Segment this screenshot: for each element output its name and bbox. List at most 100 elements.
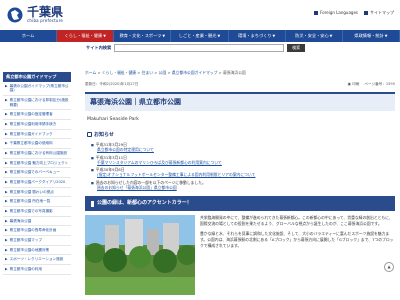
site-logo[interactable]: 千葉県 chiba prefecture	[7, 6, 63, 23]
news-list: ■ 平成31年3月29日 県立都市公園の特定運用について ■ 平成31年3月11日 …	[85, 142, 395, 177]
sidebar-item[interactable]: ▶ 県立都市公園 魅力向上プロジェクト	[3, 159, 71, 169]
bullet-icon: ■	[91, 143, 94, 148]
foreign-languages-link[interactable]: Foreign Languages	[314, 10, 358, 15]
nav-education[interactable]: 教育・文化・スポーツ▼	[114, 30, 172, 42]
arrow-icon: ▶	[5, 228, 8, 233]
chevron-down-icon: ▼	[162, 34, 166, 38]
main-content: ホーム > くらし・福祉・健康 > 住まい > 公園 > 県立都市公園ガイドマッ…	[85, 70, 395, 296]
print-button[interactable]: ▣ 印刷	[348, 82, 360, 87]
sidebar-item[interactable]: ▶ 県立都市公園での写真撮影	[3, 207, 71, 217]
arrow-icon: ▶	[5, 218, 8, 223]
breadcrumb-link[interactable]: 住まい	[142, 70, 153, 75]
section-heading: 公園の緑は、新都心のアクセントカラー！	[85, 196, 395, 212]
sidebar-item[interactable]: ▶ 県立都市公園利用申請手続き	[3, 120, 71, 130]
park-photo	[85, 215, 195, 296]
arrow-icon: ▶	[5, 257, 8, 262]
breadcrumb-current: 幕張海浜公園	[223, 70, 246, 75]
sidebar-item[interactable]: ▶ 県立都市公園マップ	[3, 236, 71, 246]
intro-row: 共栄臨海開発の中にて、整備が進められてきた幕張新都心。この新都心の中にあって、貴…	[85, 215, 395, 296]
nav-environment[interactable]: 環境・まちづくり▼	[229, 30, 286, 42]
back-to-top-button[interactable]: ▲	[384, 262, 394, 272]
arrow-icon: ▶	[5, 267, 8, 272]
logo-title: 千葉県	[27, 5, 64, 19]
breadcrumb-link[interactable]: くらし・福祉・健康	[102, 70, 136, 75]
arrow-icon: ▶	[5, 180, 8, 185]
arrow-icon: ▶	[5, 209, 8, 214]
logo-subtitle: chiba prefecture	[27, 18, 64, 23]
sidebar-item[interactable]: ▶ 県立都市公園 所在地一覧	[3, 197, 71, 208]
news-item: ■ 平成31年3月29日 県立都市公園の特定運用について	[91, 142, 395, 152]
arrow-icon: ▶	[5, 238, 8, 243]
arrow-icon: ▶	[5, 151, 8, 156]
search-button[interactable]: 検索	[287, 44, 306, 52]
search-input[interactable]	[114, 44, 285, 52]
sidebar-item[interactable]: ▶ 県立都市公園ガイドブック	[3, 130, 71, 140]
news-link[interactable]: (指定)オナショナルフットボールセンター整備工事による園内利用制限とリアの案内に…	[91, 172, 395, 177]
page-meta: 更新日：令和2(2020)年1月27日 ▣ 印刷 ページ番号：1595	[85, 82, 395, 87]
sidebar-item[interactable]: ▶ 県立都市公園における有料公園施設	[3, 149, 71, 159]
nav-living[interactable]: くらし・福祉・健康▼	[57, 30, 115, 42]
globe-icon	[314, 11, 319, 15]
sidebar-item[interactable]: ▶ 県立都市公園における抑制区分(施設概要)	[3, 96, 71, 111]
chiba-logo-icon	[7, 7, 23, 23]
nav-work[interactable]: しごと・産業・観光▼	[171, 30, 229, 42]
sidebar-item[interactable]: ▶ 幕張海浜公園	[3, 217, 71, 227]
nav-safety[interactable]: 防災・安全・安心▼	[286, 30, 343, 42]
global-nav: ホーム くらし・福祉・健康▼ 教育・文化・スポーツ▼ しごと・産業・観光▼ 環境…	[0, 30, 400, 42]
breadcrumb-link[interactable]: ホーム	[85, 70, 96, 75]
nav-home[interactable]: ホーム	[0, 30, 58, 42]
sidebar-item[interactable]: ▶ 県立都市公園でのバーベキュー	[3, 168, 71, 179]
sidebar-item[interactable]: ▶ 県立都市公園の指定管理者	[3, 110, 71, 121]
news-link[interactable]: 県立都市公園の特定運用について	[91, 147, 395, 152]
nav-prefgov[interactable]: 県政情報・統計▼	[343, 30, 400, 42]
past-notices: ■ 過去のお知らせした内容の一部を以下のページに移動しました。 過去のお知らせ「幕…	[91, 180, 206, 191]
page-subtitle: Makuhari Seaside Park	[87, 117, 139, 123]
news-item: ■ 平成30年9月6日 (指定)オナショナルフットボールセンター整備工事による園内…	[91, 167, 395, 177]
chevron-down-icon: ▼	[329, 34, 333, 38]
site-search: サイト内検索 検索	[86, 44, 306, 52]
sidebar-item[interactable]: ▶ 千葉県立都市公園の使用料	[3, 139, 71, 150]
header-links: Foreign Languages サイトマップ	[314, 10, 394, 15]
arrow-icon: ▶	[5, 160, 8, 165]
chevron-down-icon: ▼	[217, 34, 221, 38]
breadcrumb: ホーム > くらし・福祉・健康 > 住まい > 公園 > 県立都市公園ガイドマッ…	[85, 70, 246, 75]
past-notices-link[interactable]: 過去のお知らせ「幕張海浜公園」県立都市公園	[97, 185, 177, 190]
sitemap-link[interactable]: サイトマップ	[364, 10, 394, 15]
chevron-down-icon: ▼	[103, 34, 106, 38]
arrow-icon: ▶	[5, 112, 8, 117]
sidebar-item[interactable]: ▶ 県立都市公園の長寿命化計画	[3, 226, 71, 237]
news-item: ■ 平成31年3月11日 千葉マリンスタジアムのマリンひろば及び幕張新都心の利用案…	[91, 155, 395, 165]
arrow-icon: ▶	[5, 189, 8, 194]
arrow-icon: ▶	[5, 98, 8, 103]
search-label: サイト内検索	[86, 45, 112, 51]
news-link[interactable]: 千葉マリンスタジアムのマリンひろば及び幕張新都心の利用案内について	[91, 160, 395, 165]
page-number: ページ番号：1595	[364, 82, 395, 87]
sidebar-item[interactable]: ▶ 県立都市公園の地震対策	[3, 246, 71, 256]
arrow-icon: ▶	[5, 122, 8, 127]
sidebar: 県立都市公園ガイドマップ ▶ 幕張の公園ガイドマップ(県立都市公園) ▶ 県立都市公…	[3, 72, 71, 275]
sidebar-item[interactable]: ▶ スポーツ・レクリエーション施設	[3, 255, 71, 266]
intro-text: 共栄臨海開発の中にて、整備が進められてきた幕張新都心。この新都心の中にあって、貴…	[200, 215, 394, 248]
page-title: 幕張海浜公園｜県立都市公園	[85, 91, 395, 112]
arrow-icon: ▶	[5, 141, 8, 146]
sidebar-item[interactable]: ▶ 幕張の公園ガイドマップ(県立都市公園)	[3, 82, 71, 97]
bullet-icon: ■	[91, 155, 94, 160]
sidebar-item[interactable]: ▶ 県立都市公園 賑わいの拠点	[3, 188, 71, 198]
notice-heading: お知らせ	[85, 132, 395, 139]
arrow-icon: ▶	[5, 170, 8, 175]
arrow-icon: ▶	[5, 247, 8, 252]
arrow-icon: ▶	[5, 131, 8, 136]
header: 千葉県 chiba prefecture Foreign Languages サ…	[0, 0, 400, 30]
sidebar-item[interactable]: ▶ 県立都市公園の利用	[3, 265, 71, 275]
sidebar-item[interactable]: ▶ 県立都市公園パークダイアリ2020	[3, 178, 71, 188]
bullet-icon: ■	[91, 181, 94, 186]
bullet-icon: ■	[91, 167, 94, 172]
breadcrumb-link[interactable]: 公園	[159, 70, 167, 75]
chevron-down-icon: ▼	[272, 34, 276, 38]
sitemap-icon	[364, 11, 368, 15]
chevron-down-icon: ▼	[384, 34, 388, 38]
breadcrumb-link[interactable]: 県立都市公園ガイドマップ	[172, 70, 218, 75]
sidebar-title: 県立都市公園ガイドマップ	[3, 72, 71, 82]
arrow-icon: ▶	[5, 83, 8, 88]
updated-date: 更新日：令和2(2020)年1月27日	[85, 82, 139, 87]
